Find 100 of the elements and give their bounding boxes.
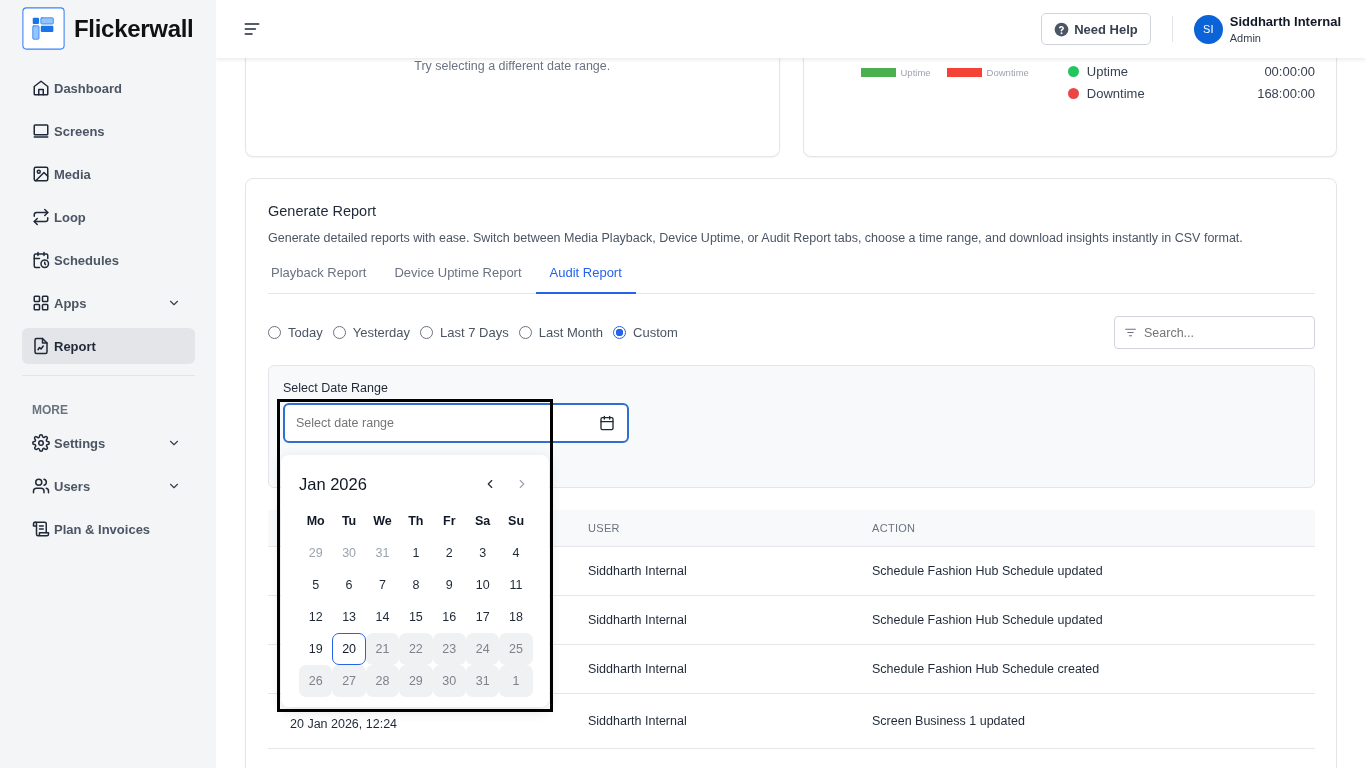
calendar-icon <box>599 415 615 431</box>
calendar-day[interactable]: 7 <box>365 569 400 601</box>
column-header: USER <box>566 510 850 547</box>
weekday-label: Sa <box>474 513 492 530</box>
stat-label: Downtime <box>1086 85 1146 101</box>
calendar-day[interactable]: 14 <box>365 601 400 633</box>
calendar-day[interactable]: 11 <box>499 569 533 601</box>
calendar-day: 23 <box>432 633 466 665</box>
radio-button[interactable] <box>420 326 434 339</box>
section-title: Generate Report <box>268 203 377 219</box>
calendar-day: 30 <box>432 665 466 697</box>
calendar-day[interactable]: 16 <box>432 601 466 633</box>
radio-label[interactable]: Custom <box>633 325 678 340</box>
calendar-day[interactable]: 15 <box>399 601 433 633</box>
radio-button[interactable] <box>613 326 627 339</box>
nav-item[interactable]: Plan & Invoices <box>22 511 195 547</box>
calendar-day: 26 <box>299 665 333 697</box>
tab[interactable]: Device Uptime Report <box>380 265 536 293</box>
description: Generate detailed reports with ease. Switch between Media Playback, Device Uptime, or Audit Report tabs, choose a time range, and download insights instantly in CSV format. <box>268 231 1244 245</box>
field-label: Select Date Range <box>283 381 389 395</box>
calendar-day: 21 <box>365 633 400 665</box>
calendar-day[interactable]: 5 <box>299 569 333 601</box>
legend-label: Downtime <box>986 66 1029 78</box>
logo-icon <box>22 7 65 50</box>
empty-message: Try selecting a different date range. <box>413 59 612 73</box>
brand-name: Flickerwall <box>74 14 194 43</box>
help-button[interactable]: Need Help <box>1041 13 1151 45</box>
calendar-day[interactable]: 17 <box>465 601 500 633</box>
chart-file-icon <box>32 337 50 355</box>
calendar-day: 25 <box>499 633 533 665</box>
calendar-day[interactable]: 1 <box>399 537 433 569</box>
repeat-icon <box>32 208 50 226</box>
image-icon <box>32 165 50 183</box>
nav-item[interactable]: Apps <box>22 285 195 321</box>
table-cell: Siddharth Internal <box>566 595 850 645</box>
user-name: Siddharth Internal <box>1229 14 1341 29</box>
calendar-day[interactable]: 2 <box>432 537 466 569</box>
calendar-day: 27 <box>332 665 366 697</box>
filter-icon <box>1124 326 1137 339</box>
calendar-day: 28 <box>365 665 400 697</box>
calendar-day[interactable]: 4 <box>499 537 533 569</box>
nav-item[interactable]: Screens <box>22 113 195 149</box>
table-cell: Siddharth Internal <box>566 546 850 596</box>
calendar-day[interactable]: 18 <box>499 601 533 633</box>
calendar-day: 24 <box>465 633 500 665</box>
nav-item[interactable]: Media <box>22 156 195 192</box>
table-cell: Siddharth Internal <box>566 693 850 749</box>
calendar-day: 22 <box>399 633 433 665</box>
search-field[interactable]: Search... <box>1114 316 1315 349</box>
users-icon <box>32 477 50 495</box>
radio-label[interactable]: Last 7 Days <box>440 325 509 340</box>
radio-label[interactable]: Last Month <box>538 325 604 340</box>
nav-item[interactable]: Report <box>22 328 195 364</box>
calendar-day: 31 <box>465 665 500 697</box>
calendar-day[interactable]: 19 <box>299 633 333 665</box>
monitor-icon <box>32 122 50 140</box>
nav-item[interactable]: Dashboard <box>22 70 195 106</box>
nav-item[interactable]: Schedules <box>22 242 195 278</box>
radio-label[interactable]: Today <box>288 325 323 340</box>
tab[interactable]: Playback Report <box>268 265 381 293</box>
grid-icon <box>32 294 50 312</box>
calendar-day[interactable]: 13 <box>332 601 366 633</box>
stat-value: 00:00:00 <box>1264 63 1315 79</box>
nav-item[interactable]: Users <box>22 468 195 504</box>
weekday-label: We <box>372 513 393 530</box>
calendar-day[interactable]: 10 <box>465 569 500 601</box>
table-cell: Schedule Fashion Hub Schedule updated <box>850 595 1315 645</box>
radio-button[interactable] <box>518 326 532 339</box>
date-field[interactable]: Select date range <box>283 403 629 443</box>
radio-label[interactable]: Yesterday <box>352 325 411 340</box>
stat-label: Uptime <box>1086 63 1130 79</box>
calendar-day[interactable]: 3 <box>465 537 500 569</box>
calendar-day[interactable]: 6 <box>332 569 366 601</box>
table-cell: Screen Business 1 updated <box>850 693 1315 749</box>
table-cell: Schedule Fashion Hub Schedule updated <box>850 546 1315 596</box>
calendar-clock-icon <box>32 251 50 269</box>
legend-label: Uptime <box>900 66 931 78</box>
help-icon <box>1054 21 1070 37</box>
user-role: Admin <box>1229 32 1262 44</box>
table-cell: Siddharth Internal <box>566 644 850 694</box>
gear-icon <box>32 434 50 452</box>
nav-item[interactable]: Settings <box>22 425 195 461</box>
weekday-label: Mo <box>305 513 326 530</box>
weekday-label: Th <box>407 513 425 530</box>
radio-button[interactable] <box>332 326 346 339</box>
radio-button[interactable] <box>268 326 281 339</box>
tab[interactable]: Audit Report <box>535 265 636 294</box>
weekday-label: Tu <box>340 513 358 530</box>
avatar[interactable]: SI <box>1193 14 1223 44</box>
calendar-day[interactable]: 12 <box>299 601 333 633</box>
stat-value: 168:00:00 <box>1257 85 1315 101</box>
nav-item[interactable]: Loop <box>22 199 195 235</box>
weekday-label: Fr <box>442 513 457 530</box>
calendar-day[interactable]: 8 <box>399 569 433 601</box>
column-header: ACTION <box>850 510 1315 547</box>
table-cell: Schedule Fashion Hub Schedule created <box>850 644 1315 694</box>
section-label: MORE <box>32 403 69 417</box>
calendar-day[interactable]: 9 <box>432 569 466 601</box>
weekday-label: Su <box>507 513 526 530</box>
calendar-day: 29 <box>399 665 433 697</box>
